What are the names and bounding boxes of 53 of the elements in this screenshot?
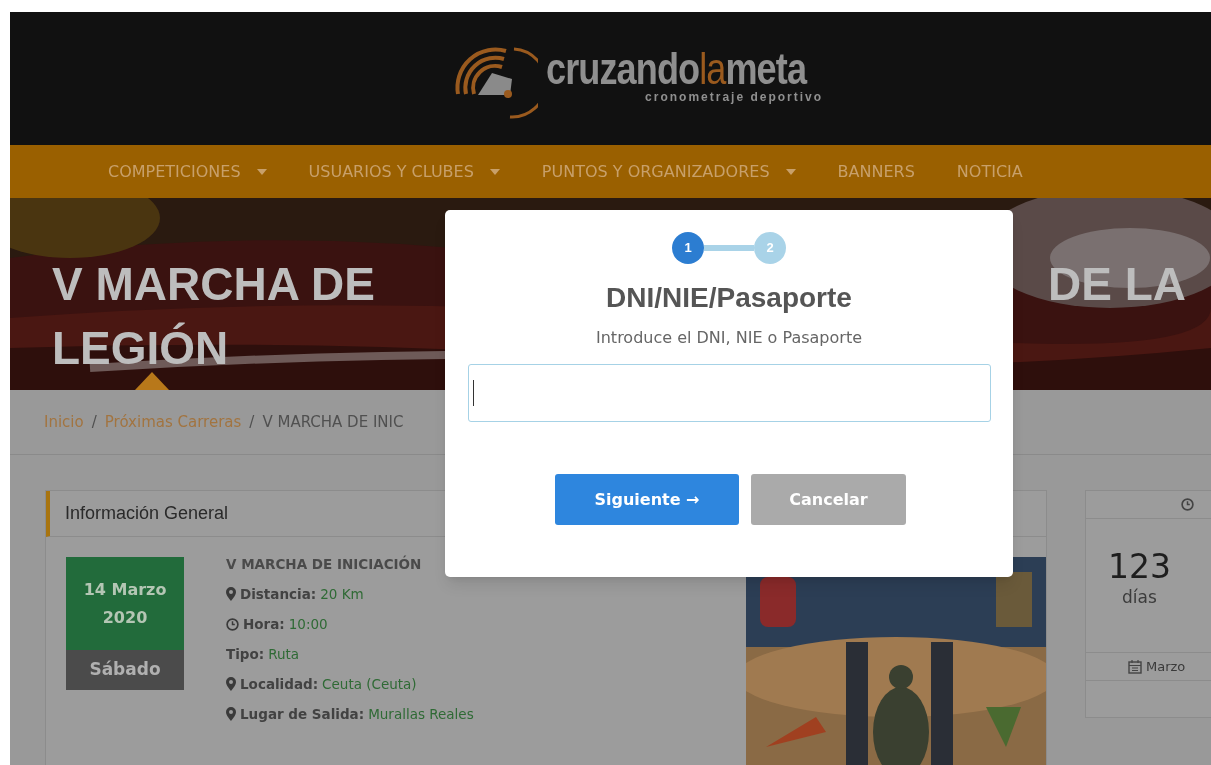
- detail-label: Lugar de Salida:: [240, 705, 365, 724]
- detail-value: 20 Km: [320, 585, 364, 604]
- logo-text: cruzando: [545, 46, 700, 91]
- step-indicator: 2: [754, 232, 786, 264]
- nav-link[interactable]: BANNERS: [837, 159, 915, 184]
- input-field[interactable]: [467, 364, 991, 422]
- step-indicator: 1: [672, 232, 704, 264]
- breadcrumb-current: V MARCHA DE INIC: [262, 411, 404, 433]
- detail-value: Ceuta (Ceuta): [322, 675, 417, 694]
- nav-link[interactable]: NOTICIA: [956, 159, 1023, 184]
- card-title: Información General: [65, 502, 229, 525]
- detail-label: Localidad:: [240, 675, 319, 694]
- breadcrumb-separator: /: [91, 411, 97, 433]
- detail-value: Ruta: [268, 645, 300, 664]
- breadcrumb-link[interactable]: Próximas Carreras: [104, 410, 242, 434]
- weekday-label: Sábado: [89, 658, 161, 682]
- caret-icon[interactable]: [489, 168, 500, 175]
- text-cursor-icon: [472, 380, 474, 406]
- breadcrumb-separator: /: [249, 411, 255, 433]
- nav-link[interactable]: PUNTOS Y ORGANIZADORES: [541, 159, 770, 184]
- modal-title: DNI/NIE/Pasaporte: [606, 281, 852, 315]
- detail-label: Tipo:: [226, 645, 265, 664]
- date-year: 2020: [102, 606, 148, 629]
- detail-label: Hora:: [243, 615, 285, 634]
- next-button[interactable]: Siguiente →: [555, 474, 739, 525]
- caret-icon[interactable]: [256, 168, 267, 175]
- map-pin-icon: [226, 707, 236, 721]
- countdown-number: 123: [1108, 549, 1171, 585]
- breadcrumb-link[interactable]: Inicio: [44, 410, 84, 434]
- nav-link[interactable]: COMPETICIONES: [108, 159, 241, 184]
- hero-title: V MARCHA DE: [52, 257, 375, 312]
- detail-label: Distancia:: [240, 585, 317, 604]
- nav-link[interactable]: USUARIOS Y CLUBES: [308, 159, 474, 184]
- map-pin-icon: [226, 677, 236, 691]
- countdown-unit: días: [1121, 586, 1157, 609]
- calendar-icon: [1128, 659, 1142, 674]
- logo-text: meta: [725, 46, 806, 91]
- hero-title: LEGIÓN: [52, 321, 229, 376]
- hero-title: DE LA: [1048, 257, 1186, 312]
- pointer-icon: [135, 372, 169, 390]
- modal-subtitle: Introduce el DNI, NIE o Pasaporte: [596, 327, 862, 349]
- caret-icon[interactable]: [785, 168, 796, 175]
- detail-value: 10:00: [288, 615, 328, 634]
- logo-text: la: [699, 46, 726, 91]
- map-pin-icon: [226, 587, 236, 601]
- detail-value: Murallas Reales: [368, 705, 474, 724]
- date-day: 14 Marzo: [83, 575, 167, 604]
- clock-icon: [1181, 498, 1194, 511]
- countdown-date: Marzo: [1146, 657, 1186, 676]
- cancel-button[interactable]: Cancelar: [751, 474, 906, 525]
- clock-icon: [226, 617, 239, 631]
- logo-tagline: cronometraje deportivo: [645, 90, 824, 103]
- event-name: V MARCHA DE INICIACIÓN: [226, 554, 423, 574]
